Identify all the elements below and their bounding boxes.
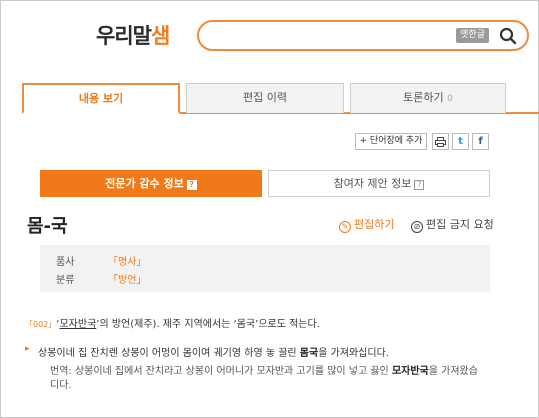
facebook-share-button[interactable]: f <box>472 133 489 150</box>
grammar-info-box: 품사 「명사」 분류 「방언」 <box>40 245 490 292</box>
definition-text: ’의 방언(제주). 제주 지역에서는 ‘몸국’으로도 적는다. <box>96 319 320 330</box>
translation-post: 을 가져왔습 <box>428 366 478 377</box>
facebook-icon: f <box>478 136 483 147</box>
tab-participant-suggestion[interactable]: 참여자 제안 정보? <box>268 170 490 197</box>
tab-edit-history[interactable]: 편집 이력 <box>186 83 344 113</box>
tab-content-view[interactable]: 내용 보기 <box>22 83 180 114</box>
logo-text: 우리말 <box>96 24 152 48</box>
definition: 「002」‘모자반국’의 방언(제주). 제주 지역에서는 ‘몸국’으로도 적는… <box>25 315 320 330</box>
example-highlight: 몸국 <box>299 348 319 359</box>
tab-label: 내용 보기 <box>78 92 124 105</box>
ban-icon: ⊘ <box>411 221 423 233</box>
twitter-share-button[interactable]: t <box>452 133 469 150</box>
ban-label: 편집 금지 요청 <box>426 218 494 231</box>
help-icon[interactable]: ? <box>414 180 425 190</box>
add-to-vocab-button[interactable]: + 단어장에 추가 <box>355 133 427 150</box>
help-icon[interactable]: ? <box>186 180 197 190</box>
category-label: 분류 <box>56 275 75 286</box>
site-logo[interactable]: 우리말샘 <box>96 20 170 50</box>
headword: 몸-국 <box>27 216 68 237</box>
tab-expert-review[interactable]: 전문가 감수 정보? <box>40 170 262 197</box>
logo-accent: 샘 <box>150 24 170 48</box>
edit-ban-request-link[interactable]: ⊘ 편집 금지 요청 <box>411 216 494 233</box>
twitter-icon: t <box>458 136 463 147</box>
subtab-label: 참여자 제안 정보 <box>333 177 412 190</box>
tab-discussion[interactable]: 토론하기 0 <box>350 83 506 113</box>
edit-label: 편집하기 <box>354 218 395 231</box>
search-icon[interactable] <box>499 27 517 45</box>
example-sentence: 상봉이네 집 잔치렌 상봉이 어멍이 몸이여 궤기영 하영 놓 끌린 몸국을 가… <box>38 344 389 359</box>
old-hangul-button[interactable]: 옛한글 <box>456 28 489 43</box>
translation-highlight: 모자반국 <box>391 366 429 377</box>
pos-value[interactable]: 「명사」 <box>108 253 146 268</box>
search-input[interactable]: 옛한글 <box>197 20 529 51</box>
translation: 번역: 상봉이네 집에서 잔치라고 상봉이 어머니가 모자반과 고기를 많이 넣… <box>50 362 478 377</box>
discussion-count: 0 <box>447 94 453 104</box>
edit-link[interactable]: ✎ 편집하기 <box>339 216 394 233</box>
print-icon <box>435 137 446 147</box>
pos-label: 품사 <box>56 257 75 268</box>
example-bullet: ▸ <box>25 344 30 354</box>
example-post: 을 가져와십디다. <box>318 348 389 359</box>
tab-label: 토론하기 <box>403 91 444 104</box>
pencil-icon: ✎ <box>339 221 351 233</box>
definition-keyword-link[interactable]: 모자반국 <box>59 319 96 330</box>
translation-pre: 번역: 상봉이네 집에서 잔치라고 상봉이 어머니가 모자반과 고기를 많이 넣… <box>50 366 392 377</box>
subtab-label: 전문가 감수 정보 <box>105 177 184 190</box>
tab-label: 편집 이력 <box>243 91 287 104</box>
example-pre: 상봉이네 집 잔치렌 상봉이 어멍이 몸이여 궤기영 하영 놓 끌린 <box>38 348 300 359</box>
print-button[interactable] <box>432 133 449 150</box>
category-value[interactable]: 「방언」 <box>108 271 146 286</box>
sense-number: 「002」 <box>25 320 57 329</box>
translation-continued: 디다. <box>50 380 72 391</box>
